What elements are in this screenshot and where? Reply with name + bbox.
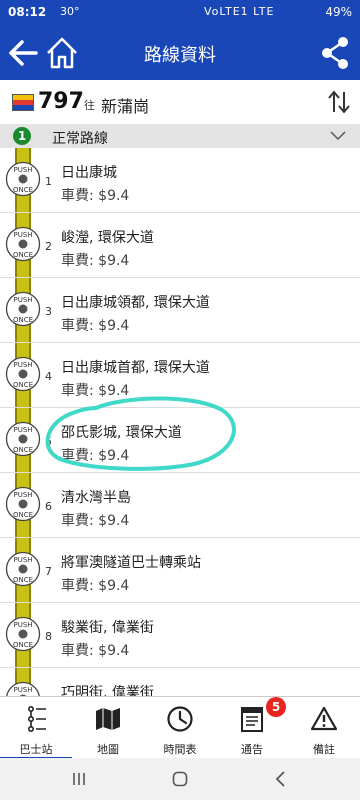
clock-icon [167, 706, 193, 732]
list-item[interactable]: PUSH ONCE 6 清水灣半島車費: $9.4 [0, 473, 360, 538]
status-temperature: 30° [60, 5, 80, 18]
svg-text:PUSH: PUSH [13, 621, 32, 629]
bottom-navigation: 巴士站 地圖 時間表 通告 5 備註 [0, 696, 360, 759]
stop-fare: 車費: $9.4 [61, 188, 130, 204]
notice-count-badge: 5 [266, 697, 286, 717]
map-icon [96, 708, 120, 730]
stop-fare: 車費: $9.4 [61, 643, 130, 659]
route-header: 797 往 新蒲崗 [0, 80, 360, 125]
notice-icon [241, 707, 263, 732]
stop-name: 日出康城首都, 環保大道 [61, 360, 210, 376]
stop-name: 日出康城 [61, 165, 117, 181]
system-back-icon[interactable] [272, 770, 290, 788]
recent-apps-icon[interactable] [70, 770, 88, 788]
system-home-icon[interactable] [171, 770, 189, 788]
push-once-stop-icon: PUSH ONCE [5, 551, 41, 587]
svg-text:PUSH: PUSH [13, 491, 32, 499]
tab-bus-stops[interactable]: 巴士站 [0, 697, 72, 759]
stop-fare: 車費: $9.4 [61, 253, 130, 269]
route-variant-selector[interactable]: 1 正常路線 [0, 124, 360, 148]
stop-name: 巧明街, 偉業街 [61, 685, 154, 696]
status-bar: 08:12 30° VoLTE1 LTE 49% [0, 0, 360, 26]
tab-label-notices: 通告 [241, 743, 263, 756]
list-item[interactable]: PUSH ONCE 2 峻瀅, 環保大道 車費: $9.4 [0, 213, 360, 278]
push-once-stop-icon: PUSH ONCE [5, 291, 41, 327]
svg-text:ONCE: ONCE [13, 511, 33, 519]
push-once-stop-icon: PUSH ONCE [5, 161, 41, 197]
stop-sequence: 3 [45, 305, 52, 318]
stop-sequence: 7 [45, 565, 52, 578]
bus-stop-icon [28, 705, 46, 732]
push-once-stop-icon: PUSH ONCE [5, 356, 41, 392]
stop-sequence: 1 [45, 175, 52, 188]
push-once-stop-icon: PUSH ONCE [5, 421, 41, 457]
list-item[interactable]: PUSH ONCE 7 將軍澳隧道巴士轉乘站 車費: $9.4 [0, 538, 360, 603]
status-time: 08:12 [8, 5, 47, 19]
share-icon[interactable] [320, 36, 350, 70]
tab-map[interactable]: 地圖 [72, 697, 144, 759]
svg-text:PUSH: PUSH [13, 296, 32, 304]
chevron-down-icon [330, 131, 346, 141]
system-navigation-bar [0, 758, 360, 800]
list-item[interactable]: PUSH ONCE 8 駿業街, 偉業街 車費: $9.4 [0, 603, 360, 668]
list-item[interactable]: PUSH ONCE 5 邵氏影城, 環保大道 車費: $9.4 [0, 408, 360, 473]
push-once-stop-icon: PUSH ONCE [5, 226, 41, 262]
tab-label-bus-stops: 巴士站 [0, 741, 72, 759]
app-bar: 路線資料 [0, 26, 360, 80]
stop-list[interactable]: PUSH ONCE 1 日出康城 車費: $9.4 PUSH ONCE 2 峻瀅, 環保大道 車費… [0, 148, 360, 696]
push-once-stop-icon: PUSHONCE [6, 681, 40, 696]
stop-name: 駿業街, 偉業街 [61, 620, 154, 636]
svg-text:ONCE: ONCE [13, 446, 33, 454]
tab-label-timetable: 時間表 [163, 743, 197, 756]
svg-text:PUSH: PUSH [13, 231, 32, 239]
direction-word: 往 [84, 99, 95, 112]
tab-label-remarks: 備註 [313, 743, 335, 756]
variant-badge: 1 [13, 127, 31, 145]
warning-icon [310, 706, 338, 731]
svg-text:ONCE: ONCE [13, 251, 33, 259]
swap-direction-icon[interactable] [328, 90, 350, 114]
stop-name: 峻瀅, 環保大道 [61, 230, 154, 246]
stop-fare: 車費: $9.4 [61, 578, 130, 594]
svg-text:ONCE: ONCE [13, 186, 33, 194]
svg-text:ONCE: ONCE [13, 381, 33, 389]
stop-name: 清水灣半島 [61, 490, 131, 506]
stop-name: 將軍澳隧道巴士轉乘站 [61, 555, 201, 571]
svg-text:PUSH: PUSH [13, 556, 32, 564]
stop-sequence: 8 [45, 630, 52, 643]
tab-remarks[interactable]: 備註 [288, 697, 360, 759]
stop-name: 日出康城領都, 環保大道 [61, 295, 210, 311]
status-battery: 49% [325, 5, 352, 19]
push-once-stop-icon: PUSH ONCE [5, 616, 41, 652]
list-item[interactable]: PUSH ONCE 3 日出康城領都, 環保大道 車費: $9.4 [0, 278, 360, 343]
stop-sequence: 2 [45, 240, 52, 253]
route-number: 797 [38, 89, 84, 114]
stop-fare: 車費: $9.4 [61, 513, 130, 529]
operator-flag-icon [12, 94, 34, 111]
svg-text:PUSH: PUSH [13, 361, 32, 369]
svg-text:PUSH: PUSH [13, 166, 32, 174]
svg-text:ONCE: ONCE [13, 576, 33, 584]
svg-text:ONCE: ONCE [13, 641, 33, 649]
tab-label-map: 地圖 [97, 743, 119, 756]
list-item[interactable]: PUSHONCE9巧明街, 偉業街 [0, 668, 360, 696]
stop-sequence: 4 [45, 370, 52, 383]
push-once-stop-icon: PUSH ONCE [5, 486, 41, 522]
svg-text:ONCE: ONCE [13, 316, 33, 324]
svg-text:PUSH: PUSH [13, 686, 32, 694]
variant-label: 正常路線 [52, 131, 108, 147]
status-network: VoLTE1 LTE [204, 5, 275, 18]
stop-name: 邵氏影城, 環保大道 [61, 425, 182, 441]
stop-fare: 車費: $9.4 [61, 448, 130, 464]
stop-sequence: 5 [45, 435, 52, 448]
stop-sequence: 6 [45, 500, 52, 513]
svg-text:PUSH: PUSH [13, 426, 32, 434]
tab-timetable[interactable]: 時間表 [144, 697, 216, 759]
list-item[interactable]: PUSH ONCE 4 日出康城首都, 環保大道 車費: $9.4 [0, 343, 360, 408]
route-destination: 新蒲崗 [101, 97, 150, 116]
stop-fare: 車費: $9.4 [61, 318, 130, 334]
stop-fare: 車費: $9.4 [61, 383, 130, 399]
page-title: 路線資料 [144, 45, 216, 66]
list-item[interactable]: PUSH ONCE 1 日出康城車費: $9.4 [0, 148, 360, 213]
